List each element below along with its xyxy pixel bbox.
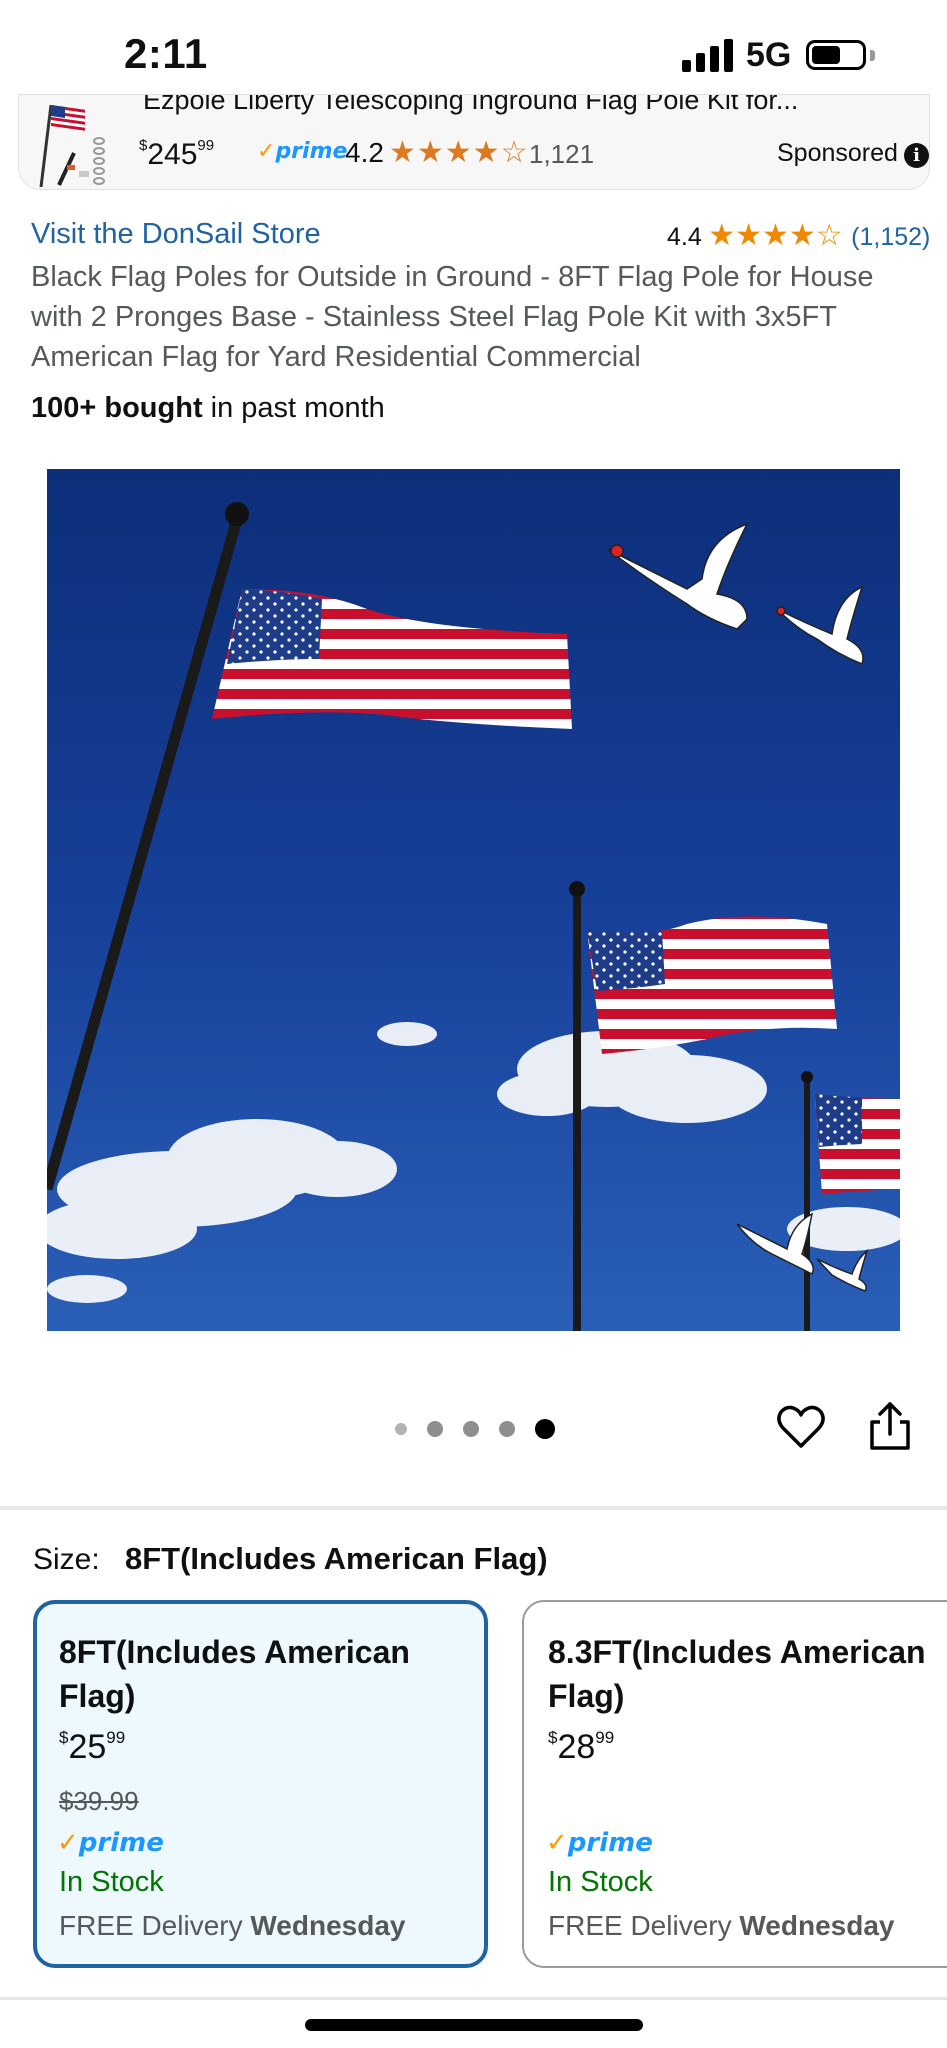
ad-prime-badge: ✓prime bbox=[257, 139, 347, 164]
info-icon[interactable]: i bbox=[904, 143, 929, 168]
home-indicator[interactable] bbox=[305, 2019, 643, 2031]
visit-store-link[interactable]: Visit the DonSail Store bbox=[31, 218, 321, 251]
prime-check-icon: ✓ bbox=[546, 1828, 568, 1858]
ad-price-whole: 245 bbox=[147, 138, 198, 171]
bought-in-past-month: 100+ bought in past month bbox=[31, 392, 385, 425]
status-time: 2:11 bbox=[124, 30, 208, 77]
option-prime-badge: ✓prime bbox=[57, 1828, 164, 1858]
share-icon[interactable] bbox=[866, 1400, 914, 1452]
option-price-fraction: 99 bbox=[595, 1728, 615, 1747]
option-price: $2599 bbox=[59, 1728, 125, 1767]
battery-tip bbox=[870, 50, 875, 61]
section-divider bbox=[0, 1997, 947, 2000]
size-label: Size: bbox=[33, 1543, 100, 1576]
option-price: $2899 bbox=[548, 1728, 614, 1767]
option-stock-status: In Stock bbox=[548, 1866, 653, 1898]
size-selected-value: 8FT(Includes American Flag) bbox=[125, 1541, 548, 1576]
sponsored-label: Sponsored bbox=[777, 139, 898, 167]
carousel-dot[interactable] bbox=[395, 1423, 407, 1435]
battery-icon bbox=[806, 40, 866, 70]
product-title: Black Flag Poles for Outside in Ground -… bbox=[31, 261, 874, 373]
ad-rating-value: 4.2 bbox=[345, 137, 384, 168]
option-prime-badge: ✓prime bbox=[546, 1828, 653, 1858]
option-price-fraction: 99 bbox=[106, 1728, 126, 1747]
product-image[interactable] bbox=[47, 469, 900, 1331]
sponsored-product-banner[interactable]: Ezpole Liberty Telescoping Inground Flag… bbox=[18, 94, 930, 190]
cellular-signal-icon bbox=[682, 38, 734, 72]
size-option-8-3ft[interactable]: 8.3FT(Includes American Flag) $2899 ✓pri… bbox=[522, 1600, 947, 1968]
ad-review-count: 1,121 bbox=[529, 139, 595, 169]
option-name: 8.3FT(Includes American Flag) bbox=[548, 1634, 926, 1714]
prime-label: prime bbox=[275, 139, 348, 164]
option-price-whole: 28 bbox=[557, 1728, 596, 1766]
review-count-link[interactable]: (1,152) bbox=[851, 223, 930, 251]
network-type: 5G bbox=[746, 36, 792, 74]
delivery-day: Wednesday bbox=[739, 1910, 895, 1941]
bought-suffix: in past month bbox=[202, 392, 385, 424]
size-option-8ft[interactable]: 8FT(Includes American Flag) $2599 $39.99… bbox=[33, 1600, 488, 1968]
ad-price: $24599 bbox=[139, 137, 214, 172]
section-divider bbox=[0, 1506, 947, 1510]
option-name: 8FT(Includes American Flag) bbox=[59, 1634, 410, 1714]
heart-icon[interactable] bbox=[776, 1402, 826, 1452]
carousel-dot-active[interactable] bbox=[535, 1419, 555, 1439]
product-rating[interactable]: 4.4 ★★★★☆ (1,152) bbox=[667, 218, 930, 253]
option-stock-status: In Stock bbox=[59, 1866, 164, 1898]
ad-price-fraction: 99 bbox=[197, 137, 215, 154]
option-delivery: FREE Delivery Wednesday bbox=[548, 1910, 894, 1942]
prime-label: prime bbox=[78, 1828, 164, 1858]
ad-star-rating-icon: ★★★★☆ bbox=[389, 136, 529, 169]
delivery-prefix: FREE Delivery bbox=[548, 1910, 740, 1941]
option-delivery: FREE Delivery Wednesday bbox=[59, 1910, 405, 1942]
bought-count: 100+ bought bbox=[31, 392, 203, 424]
option-list-price: $39.99 bbox=[59, 1786, 139, 1816]
rating-value: 4.4 bbox=[667, 223, 702, 251]
delivery-day: Wednesday bbox=[250, 1910, 406, 1941]
option-price-whole: 25 bbox=[68, 1728, 107, 1766]
carousel-dot[interactable] bbox=[427, 1421, 443, 1437]
prime-check-icon: ✓ bbox=[257, 139, 276, 164]
ad-title[interactable]: Ezpole Liberty Telescoping Inground Flag… bbox=[143, 95, 798, 116]
star-rating-icon: ★★★★☆ bbox=[708, 219, 843, 252]
carousel-dot[interactable] bbox=[463, 1421, 479, 1437]
prime-label: prime bbox=[567, 1828, 653, 1858]
carousel-dot[interactable] bbox=[499, 1421, 515, 1437]
ad-product-thumbnail bbox=[39, 104, 105, 187]
status-bar: 2:11 5G bbox=[0, 0, 947, 106]
prime-check-icon: ✓ bbox=[57, 1828, 79, 1858]
delivery-prefix: FREE Delivery bbox=[59, 1910, 251, 1941]
